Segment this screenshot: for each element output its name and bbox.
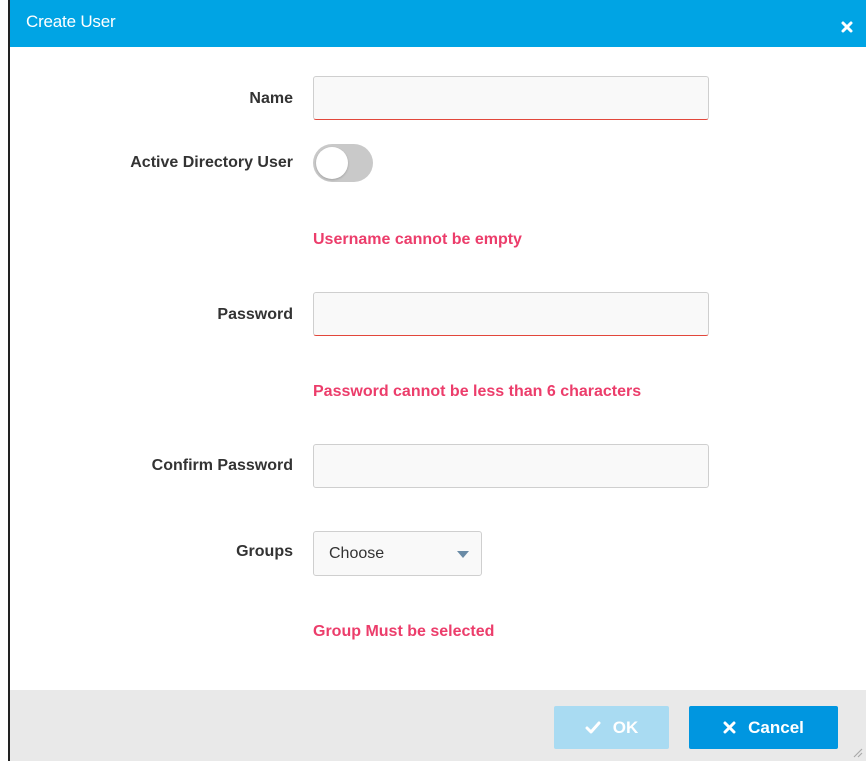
create-user-dialog: Create User Name Active Directory User U… <box>8 0 866 761</box>
toggle-knob <box>316 147 348 179</box>
password-input[interactable] <box>313 292 709 336</box>
name-label: Name <box>249 90 293 107</box>
dialog-titlebar: Create User <box>10 0 866 47</box>
groups-selected-value: Choose <box>329 545 385 562</box>
ok-label: OK <box>612 717 639 737</box>
resize-grip-icon[interactable] <box>851 746 863 758</box>
chevron-down-icon <box>457 551 469 558</box>
dialog-title: Create User <box>26 12 116 31</box>
close-icon <box>723 721 736 734</box>
ok-button[interactable]: OK <box>554 706 669 749</box>
name-input[interactable] <box>313 76 709 120</box>
check-icon <box>585 721 601 733</box>
groups-label: Groups <box>236 543 293 560</box>
cancel-button[interactable]: Cancel <box>689 706 838 749</box>
groups-select[interactable]: Choose <box>313 531 482 576</box>
username-error: Username cannot be empty <box>313 231 522 248</box>
confirm-password-label: Confirm Password <box>151 457 293 474</box>
groups-error: Group Must be selected <box>313 623 495 640</box>
cancel-label: Cancel <box>748 717 804 737</box>
password-label: Password <box>217 306 293 323</box>
password-error: Password cannot be less than 6 character… <box>313 383 642 400</box>
close-icon[interactable] <box>840 20 854 34</box>
active-directory-toggle[interactable] <box>313 144 373 182</box>
dialog-footer: OK Cancel <box>10 690 866 761</box>
active-directory-label: Active Directory User <box>130 154 293 171</box>
confirm-password-input[interactable] <box>313 444 709 488</box>
